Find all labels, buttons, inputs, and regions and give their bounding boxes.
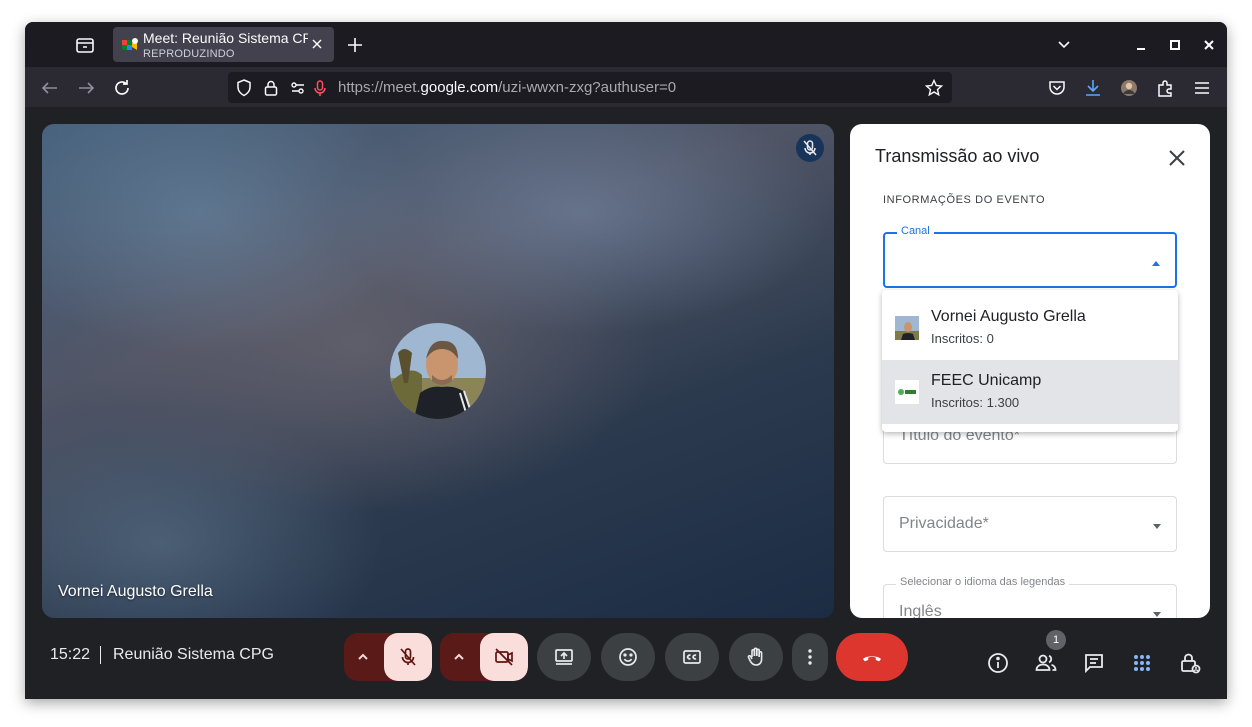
- browser-window: Meet: Reunião Sistema CPG REPRODUZINDO h…: [25, 22, 1227, 699]
- minimize-icon[interactable]: [1132, 36, 1150, 54]
- host-controls-lock-icon[interactable]: [1178, 651, 1202, 675]
- panel-title: Transmissão ao vivo: [875, 146, 1040, 166]
- close-icon[interactable]: [1165, 146, 1189, 170]
- url-path: /uzi-wwxn-zxg?authuser=0: [498, 79, 677, 96]
- channel-avatar: [895, 316, 919, 340]
- channel-option[interactable]: Vornei Augusto Grella Inscritos: 0: [882, 296, 1178, 360]
- participant-name: Vornei Augusto Grella: [58, 583, 213, 600]
- leave-call-button[interactable]: [836, 633, 908, 681]
- microphone-control: [344, 633, 432, 681]
- privacy-placeholder: Privacidade*: [899, 515, 989, 532]
- channel-select[interactable]: Canal: [883, 225, 1177, 288]
- url-prefix: https://meet.: [338, 79, 421, 96]
- meet-area: Vornei Augusto Grella Transmissão ao viv…: [25, 107, 1227, 699]
- caption-language-value: Inglês: [899, 603, 942, 618]
- url-text[interactable]: https://meet.google.com/uzi-wwxn-zxg?aut…: [338, 79, 676, 96]
- tab-strip: Meet: Reunião Sistema CPG REPRODUZINDO: [25, 22, 1227, 67]
- section-title: INFORMAÇÕES DO EVENTO: [883, 194, 1046, 206]
- present-screen-button[interactable]: [537, 633, 591, 681]
- people-icon[interactable]: [1034, 651, 1058, 675]
- bookmark-star-icon[interactable]: [924, 78, 944, 98]
- navigation-bar: https://meet.google.com/uzi-wwxn-zxg?aut…: [25, 67, 1227, 107]
- channel-option-subscribers: Inscritos: 0: [931, 331, 994, 346]
- emoji-reaction-button[interactable]: [601, 633, 655, 681]
- camera-control: [440, 633, 528, 681]
- meeting-name: Reunião Sistema CPG: [113, 646, 274, 663]
- extensions-icon[interactable]: [1154, 77, 1176, 99]
- meeting-info-icon[interactable]: [986, 651, 1010, 675]
- url-bar[interactable]: https://meet.google.com/uzi-wwxn-zxg?aut…: [228, 72, 952, 103]
- reload-icon[interactable]: [111, 77, 133, 99]
- camera-off-button[interactable]: [480, 633, 528, 681]
- account-avatar[interactable]: [1118, 77, 1140, 99]
- channel-option-subscribers: Inscritos: 1.300: [931, 395, 1020, 410]
- channel-option-name: Vornei Augusto Grella: [931, 308, 1086, 325]
- caption-language-select[interactable]: Selecionar o idioma das legendas Inglês: [883, 576, 1177, 618]
- caret-up-icon: [1149, 256, 1163, 270]
- participants-count-badge: 1: [1046, 630, 1066, 650]
- caret-down-icon: [1150, 519, 1164, 533]
- microphone-icon[interactable]: [310, 78, 330, 98]
- download-icon[interactable]: [1082, 77, 1104, 99]
- clock: 15:22: [50, 646, 91, 663]
- lock-icon[interactable]: [261, 78, 281, 98]
- meet-favicon-icon: [121, 36, 139, 54]
- video-options-chevron-up-icon[interactable]: [440, 633, 480, 681]
- live-stream-panel: Transmissão ao vivo INFORMAÇÕES DO EVENT…: [850, 124, 1210, 618]
- shield-icon[interactable]: [234, 78, 254, 98]
- channel-option[interactable]: FEEC Unicamp Inscritos: 1.300: [882, 360, 1178, 424]
- participant-tile[interactable]: Vornei Augusto Grella: [42, 124, 834, 618]
- menu-icon[interactable]: [1191, 77, 1213, 99]
- forward-icon[interactable]: [75, 77, 97, 99]
- raise-hand-button[interactable]: [729, 633, 783, 681]
- caption-language-label: Selecionar o idioma das legendas: [896, 576, 1070, 588]
- close-window-icon[interactable]: [1200, 36, 1218, 54]
- chevron-down-icon[interactable]: [1055, 36, 1073, 54]
- tab-list-icon[interactable]: [73, 34, 97, 56]
- tab-close-icon[interactable]: [309, 36, 325, 52]
- new-tab-icon[interactable]: [345, 35, 365, 55]
- back-icon[interactable]: [39, 77, 61, 99]
- pocket-icon[interactable]: [1046, 77, 1068, 99]
- caret-down-icon: [1150, 607, 1164, 618]
- feec-logo: [895, 380, 919, 404]
- participant-avatar: [390, 323, 486, 419]
- permissions-icon[interactable]: [288, 78, 308, 98]
- call-controls-bar: 15:22 Reunião Sistema CPG 1: [25, 618, 1227, 699]
- tab-playing-label: REPRODUZINDO: [143, 48, 235, 60]
- chat-icon[interactable]: [1082, 651, 1106, 675]
- divider: [100, 646, 101, 664]
- channel-label: Canal: [897, 225, 934, 237]
- url-host: google.com: [420, 79, 499, 96]
- more-options-button[interactable]: [792, 633, 828, 681]
- privacy-select[interactable]: Privacidade*: [883, 496, 1177, 552]
- browser-tab[interactable]: Meet: Reunião Sistema CPG REPRODUZINDO: [113, 27, 334, 62]
- captions-button[interactable]: [665, 633, 719, 681]
- mic-off-button[interactable]: [384, 633, 432, 681]
- muted-mic-icon: [796, 134, 824, 162]
- maximize-icon[interactable]: [1166, 36, 1184, 54]
- channel-dropdown: Vornei Augusto Grella Inscritos: 0 FEEC …: [882, 290, 1178, 432]
- channel-option-name: FEEC Unicamp: [931, 372, 1042, 389]
- tab-title: Meet: Reunião Sistema CPG: [143, 30, 308, 46]
- audio-options-chevron-up-icon[interactable]: [344, 633, 384, 681]
- activities-icon[interactable]: [1130, 651, 1154, 675]
